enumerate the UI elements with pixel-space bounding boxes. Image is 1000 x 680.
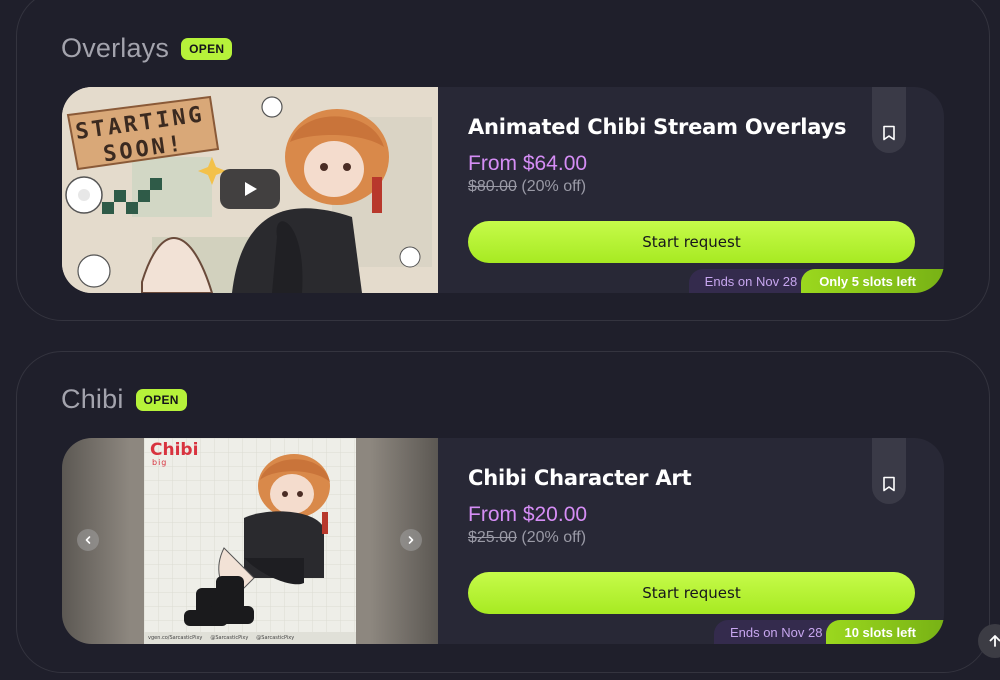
play-icon xyxy=(245,182,257,196)
chevron-right-icon xyxy=(408,536,414,544)
start-request-button[interactable]: Start request xyxy=(468,221,915,263)
card-media[interactable]: STARTING SOON! xyxy=(62,87,438,293)
footer-twitter: @SarcasticPixy xyxy=(210,635,249,641)
chibi-footer: vgen.co/SarcasticPixy @SarcasticPixy @Sa… xyxy=(148,635,294,641)
discount-label: (20% off) xyxy=(521,529,587,546)
chibi-logo-text: Chibi xyxy=(150,440,199,460)
original-price: $80.00 xyxy=(468,178,517,195)
card-price: From $20.00 xyxy=(468,503,588,526)
arrow-up-icon xyxy=(989,635,1000,647)
commission-card[interactable]: Chibi big vgen.co/SarcasticPixy @Sarcast… xyxy=(62,438,944,644)
card-old-price: $80.00 (20% off) xyxy=(468,178,586,196)
card-tags: Ends on Nov 28 Only 5 slots left xyxy=(688,269,944,293)
card-title: Animated Chibi Stream Overlays xyxy=(468,115,847,139)
chibi-preview-image: Chibi big vgen.co/SarcasticPixy @Sarcast… xyxy=(144,438,356,644)
footer-vgen-link: vgen.co/SarcasticPixy xyxy=(148,635,203,641)
carousel-next-button[interactable] xyxy=(400,529,422,551)
card-tags: Ends on Nov 28 10 slots left xyxy=(713,620,944,644)
section-title: Chibi xyxy=(61,384,124,414)
slots-left-tag: 10 slots left xyxy=(826,620,944,644)
ends-date-tag: Ends on Nov 28 xyxy=(688,269,812,293)
open-badge: OPEN xyxy=(181,37,233,60)
footer-instagram: @SarcasticPixy xyxy=(256,635,295,641)
slots-left-tag: Only 5 slots left xyxy=(801,269,944,293)
discount-label: (20% off) xyxy=(521,178,587,195)
original-price: $25.00 xyxy=(468,529,517,546)
commission-card[interactable]: STARTING SOON! Animated Chibi Stream Ove… xyxy=(62,87,944,293)
chevron-left-icon xyxy=(85,536,91,544)
bookmark-button[interactable] xyxy=(872,87,906,153)
play-button[interactable] xyxy=(220,169,280,209)
commission-section-overlays: Overlays OPEN STARTING SOON! Animated Ch… xyxy=(16,0,990,321)
carousel-prev-button[interactable] xyxy=(77,529,99,551)
section-header: Overlays OPEN xyxy=(61,33,233,64)
open-badge: OPEN xyxy=(135,388,187,411)
card-old-price: $25.00 (20% off) xyxy=(468,529,586,547)
bookmark-icon xyxy=(883,125,895,141)
card-media[interactable]: Chibi big vgen.co/SarcasticPixy @Sarcast… xyxy=(62,438,438,644)
bookmark-button[interactable] xyxy=(872,438,906,504)
start-request-button[interactable]: Start request xyxy=(468,572,915,614)
card-title: Chibi Character Art xyxy=(468,466,692,490)
ends-date-tag: Ends on Nov 28 xyxy=(713,620,837,644)
section-title: Overlays xyxy=(61,33,170,63)
chibi-logo-sub: big xyxy=(152,458,168,467)
section-header: Chibi OPEN xyxy=(61,384,187,415)
card-price: From $64.00 xyxy=(468,152,588,175)
bookmark-icon xyxy=(883,476,895,492)
commission-section-chibi: Chibi OPEN Chibi big vgen.co/SarcasticPi… xyxy=(16,351,990,673)
